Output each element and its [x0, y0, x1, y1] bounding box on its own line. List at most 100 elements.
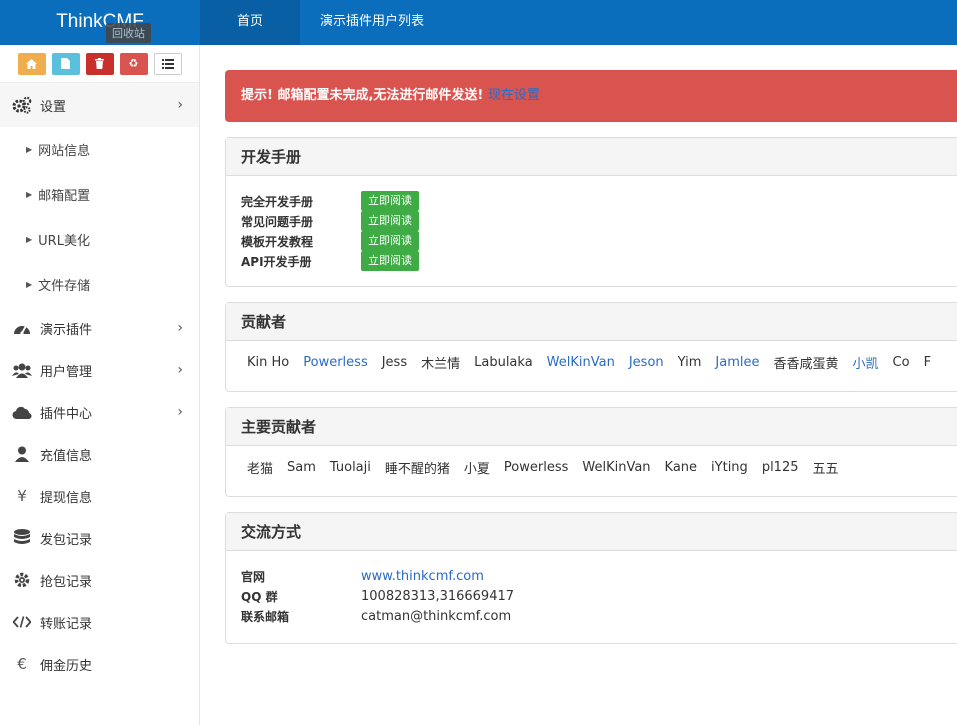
contributor-name: 香香咸蛋黄	[773, 356, 839, 372]
contributor-name[interactable]: Powerless	[303, 355, 367, 370]
read-now-badge[interactable]: 立即阅读	[361, 231, 419, 251]
recycle-shortcut-button[interactable]: ♻	[119, 52, 148, 75]
gears-icon	[12, 95, 32, 115]
sidebar-item-label: 提现信息	[40, 490, 93, 506]
alert-text: 邮箱配置未完成,无法进行邮件发送!	[277, 88, 488, 103]
qq-group-value: 100828313,316669417	[361, 588, 515, 604]
dev-manual-panel: 开发手册 完全开发手册 立即阅读 常见问题手册 立即阅读 模板开发教程 立即阅读…	[225, 137, 957, 287]
contributors-panel: 贡献者 Kin Ho Powerless Jess 木兰情 Labulaka WelKin…	[225, 302, 957, 392]
doc-label: 常见问题手册	[241, 214, 314, 229]
caret-right-icon: ▶	[26, 280, 33, 289]
main-contributor-name: Powerless	[503, 459, 569, 475]
sidebar-subitem-mail-config[interactable]: ▶ 邮箱配置	[0, 172, 199, 217]
main-contributor-name: 睡不醒的猪	[384, 461, 450, 477]
caret-right-icon: ▶	[26, 190, 33, 199]
sidebar-item-transfer-records[interactable]: 转账记录	[0, 601, 199, 643]
contributor-name[interactable]: Jamlee	[715, 355, 759, 370]
main-contributor-name: Kane	[664, 459, 698, 475]
main-contributor-name: WelKinVan	[582, 459, 651, 475]
main-contributor-name: iYting	[711, 459, 748, 475]
sidebar-item-label: 演示插件	[40, 322, 93, 338]
tab-demo-plugin-user-list[interactable]: 演示插件用户列表	[300, 0, 444, 45]
doc-row: API开发手册 立即阅读	[241, 251, 942, 271]
database-icon	[12, 528, 32, 548]
mail-config-alert: 提示! 邮箱配置未完成,无法进行邮件发送! 现在设置	[225, 70, 957, 122]
alert-prefix: 提示!	[241, 88, 278, 103]
trash-shortcut-button[interactable]	[85, 52, 114, 75]
contributor-name: F	[923, 354, 932, 370]
website-link[interactable]: www.thinkcmf.com	[361, 569, 484, 584]
contributor-name: Yim	[677, 354, 702, 370]
sidebar-item-label: 佣金历史	[40, 658, 93, 674]
contributor-name: Labulaka	[474, 354, 533, 370]
contributor-name: Kin Ho	[247, 354, 290, 370]
recycle-tooltip: 回收站	[106, 23, 151, 43]
main-contributors-panel: 主要贡献者 老猫 Sam Tuolaji 睡不醒的猪 小夏 Powerless WelKin…	[225, 407, 957, 497]
contact-email-value: catman@thinkcmf.com	[361, 608, 512, 624]
sidebar: 回收站 ♻ 设置 › ▶ 网站信息 ▶ 邮箱配置 ▶ URL美化 ▶ 文件存储 …	[0, 23, 200, 725]
contact-row-email: 联系邮箱 catman@thinkcmf.com	[241, 606, 942, 626]
sidebar-subitem-label: 文件存储	[38, 279, 91, 294]
sidebar-subitem-file-storage[interactable]: ▶ 文件存储	[0, 262, 199, 307]
brand-logo[interactable]: ThinkCMF	[0, 0, 200, 45]
top-tabs: 首页 演示插件用户列表	[200, 0, 444, 45]
doc-row: 模板开发教程 立即阅读	[241, 231, 942, 251]
chevron-right-icon: ›	[177, 320, 183, 336]
sidebar-item-label: 充值信息	[40, 448, 93, 464]
user-icon	[12, 444, 32, 464]
alert-setup-link[interactable]: 现在设置	[488, 88, 540, 103]
list-icon	[161, 58, 174, 69]
read-now-badge[interactable]: 立即阅读	[361, 251, 419, 271]
contact-row-qq: QQ 群 100828313,316669417	[241, 586, 942, 606]
trash-icon	[95, 58, 104, 69]
panel-title: 贡献者	[226, 303, 957, 341]
sidebar-item-grab-packet-records[interactable]: 抢包记录	[0, 559, 199, 601]
sidebar-item-label: 抢包记录	[40, 574, 93, 590]
main-contributor-name: 小夏	[463, 461, 490, 477]
doc-row: 完全开发手册 立即阅读	[241, 191, 942, 211]
dashboard-icon	[12, 318, 32, 338]
sidebar-item-commission-history[interactable]: € 佣金历史	[0, 643, 199, 685]
caret-right-icon: ▶	[26, 145, 33, 154]
contributor-name[interactable]: 小凯	[853, 353, 879, 372]
sidebar-subitem-site-info[interactable]: ▶ 网站信息	[0, 127, 199, 172]
home-shortcut-button[interactable]	[17, 52, 46, 75]
euro-icon: €	[17, 655, 27, 673]
sidebar-item-demo-plugin[interactable]: 演示插件 ›	[0, 307, 199, 349]
recycle-icon: ♻	[128, 57, 139, 70]
main-contributor-name: 老猫	[247, 461, 274, 477]
sidebar-item-send-packet-records[interactable]: 发包记录	[0, 517, 199, 559]
contact-list: 官网 www.thinkcmf.com QQ 群 100828313,31666…	[226, 551, 957, 626]
chevron-right-icon: ›	[177, 97, 183, 113]
contributor-list: Kin Ho Powerless Jess 木兰情 Labulaka WelKinVan J…	[226, 341, 957, 383]
file-shortcut-button[interactable]	[51, 52, 80, 75]
sidebar-item-withdraw-info[interactable]: ¥ 提现信息	[0, 475, 199, 517]
sidebar-item-recharge-info[interactable]: 充值信息	[0, 433, 199, 475]
sidebar-item-plugin-center[interactable]: 插件中心 ›	[0, 391, 199, 433]
main-content: 提示! 邮箱配置未完成,无法进行邮件发送! 现在设置 开发手册 完全开发手册 立…	[225, 45, 957, 725]
sidebar-subitem-label: URL美化	[38, 234, 90, 249]
tab-home[interactable]: 首页	[200, 0, 300, 45]
sidebar-item-label: 设置	[40, 99, 67, 115]
contributor-name[interactable]: Jeson	[629, 355, 664, 370]
main-contributor-list: 老猫 Sam Tuolaji 睡不醒的猪 小夏 Powerless WelKinVan Kan…	[226, 446, 957, 488]
contributor-name[interactable]: WelKinVan	[547, 355, 615, 370]
read-now-badge[interactable]: 立即阅读	[361, 191, 419, 211]
sidebar-item-label: 转账记录	[40, 616, 93, 632]
file-icon	[61, 58, 70, 69]
contributor-name: 木兰情	[421, 356, 461, 372]
panel-title: 主要贡献者	[226, 408, 957, 446]
sidebar-item-settings[interactable]: 设置 ›	[0, 83, 199, 127]
doc-label: 完全开发手册	[241, 194, 314, 209]
read-now-badge[interactable]: 立即阅读	[361, 211, 419, 231]
main-contributor-name: pl125	[761, 459, 799, 475]
gear-icon	[12, 570, 32, 590]
sidebar-item-user-management[interactable]: 用户管理 ›	[0, 349, 199, 391]
sidebar-subitem-label: 邮箱配置	[38, 189, 91, 204]
contact-label: 联系邮箱	[241, 609, 290, 624]
panel-title: 交流方式	[226, 513, 957, 551]
sidebar-item-label: 用户管理	[40, 364, 93, 380]
list-shortcut-button[interactable]	[153, 52, 182, 75]
users-icon	[12, 360, 32, 380]
sidebar-subitem-url-rewrite[interactable]: ▶ URL美化	[0, 217, 199, 262]
